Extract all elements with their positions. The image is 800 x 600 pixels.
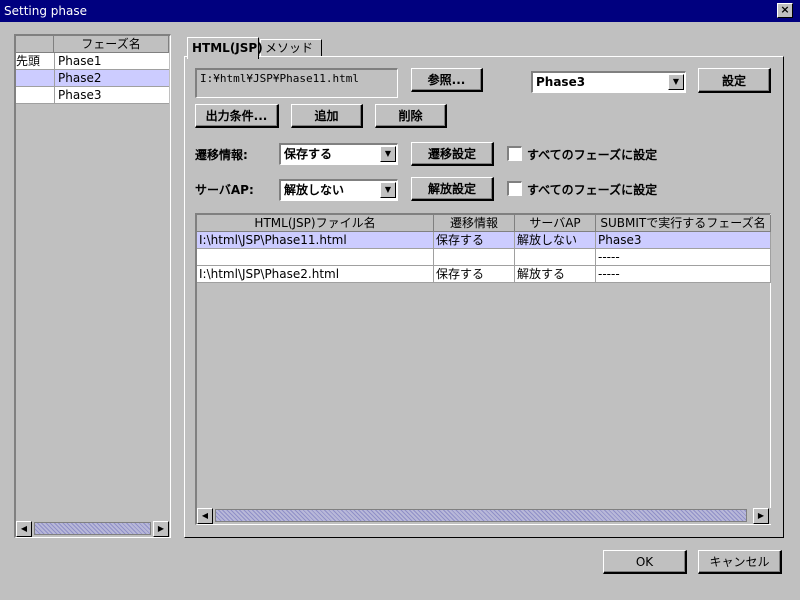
tab-method[interactable]: メソッド <box>260 39 322 57</box>
file-path-value: I:¥html¥JSP¥Phase11.html <box>200 72 359 85</box>
table-cell: 保存する <box>434 232 515 249</box>
server-all-checkbox[interactable] <box>507 181 522 196</box>
table-row[interactable]: I:\html\JSP\Phase2.html 保存する 解放する ----- <box>197 266 771 283</box>
table-row[interactable]: ----- <box>197 249 771 266</box>
table-cell <box>515 249 596 266</box>
close-button[interactable]: × <box>777 3 793 18</box>
phase-row-1[interactable]: 先頭 Phase1 <box>16 53 169 70</box>
server-all-label: すべてのフェーズに設定 <box>527 183 658 197</box>
file-path-field[interactable]: I:¥html¥JSP¥Phase11.html <box>195 68 398 98</box>
transition-label: 遷移情報: <box>195 148 248 162</box>
chevron-down-icon[interactable]: ▼ <box>380 146 396 162</box>
phase-row-marker <box>16 87 54 104</box>
add-button[interactable]: 追加 <box>291 104 363 128</box>
close-icon: × <box>780 3 790 16</box>
tab-html-jsp[interactable]: HTML(JSP) <box>187 37 263 59</box>
table-cell: ----- <box>596 249 771 266</box>
table-hscrollbar[interactable]: ◀ ▶ <box>197 508 771 524</box>
table-header-transition[interactable]: 遷移情報 <box>434 215 515 232</box>
output-condition-button[interactable]: 出力条件... <box>195 104 279 128</box>
phase-list[interactable]: フェーズ名 先頭 Phase1 Phase2 Phase3 ◀ ▶ <box>14 34 171 538</box>
table-cell: 保存する <box>434 266 515 283</box>
server-ap-label: サーバAP: <box>195 183 254 197</box>
browse-button[interactable]: 参照... <box>411 68 483 92</box>
delete-button[interactable]: 削除 <box>375 104 447 128</box>
table-header-file[interactable]: HTML(JSP)ファイル名 <box>197 215 434 232</box>
table-cell <box>197 249 434 266</box>
ok-button[interactable]: OK <box>603 550 687 574</box>
phase-row-marker: 先頭 <box>16 54 41 68</box>
transition-select[interactable]: 保存する ▼ <box>279 143 398 165</box>
table-cell: 解放しない <box>515 232 596 249</box>
chevron-down-icon[interactable]: ▼ <box>668 74 684 90</box>
scroll-thumb[interactable] <box>34 522 151 535</box>
transition-select-value: 保存する <box>284 147 333 161</box>
html-file-table[interactable]: HTML(JSP)ファイル名 遷移情報 サーバAP SUBMITで実行するフェー… <box>195 213 771 525</box>
phase-row-2[interactable]: Phase2 <box>16 70 169 87</box>
scroll-right-icon[interactable]: ▶ <box>153 521 169 537</box>
phase-select[interactable]: Phase3 ▼ <box>531 71 686 93</box>
phase-row-name: Phase2 <box>54 70 169 87</box>
table-cell: ----- <box>596 266 771 283</box>
scroll-left-icon[interactable]: ◀ <box>16 521 32 537</box>
table-cell: I:\html\JSP\Phase11.html <box>197 232 434 249</box>
table-cell <box>434 249 515 266</box>
phase-row-3[interactable]: Phase3 <box>16 87 169 104</box>
phase-row-marker <box>16 70 54 87</box>
cancel-button[interactable]: キャンセル <box>698 550 782 574</box>
transition-all-label: すべてのフェーズに設定 <box>527 148 658 162</box>
table-cell: 解放する <box>515 266 596 283</box>
phase-row-name: Phase3 <box>54 87 169 104</box>
phase-select-value: Phase3 <box>536 75 586 89</box>
scroll-left-icon[interactable]: ◀ <box>197 508 213 524</box>
table-row[interactable]: I:\html\JSP\Phase11.html 保存する 解放しない Phas… <box>197 232 771 249</box>
table-header-server-ap[interactable]: サーバAP <box>515 215 596 232</box>
release-set-button[interactable]: 解放設定 <box>411 177 494 201</box>
phase-list-header-marker <box>16 36 54 53</box>
phase-row-name: Phase1 <box>54 53 169 70</box>
set-button[interactable]: 設定 <box>698 68 771 93</box>
title-bar: Setting phase <box>0 0 800 22</box>
table-cell: Phase3 <box>596 232 771 249</box>
table-header-submit-phase[interactable]: SUBMITで実行するフェーズ名 <box>596 215 771 232</box>
scroll-right-icon[interactable]: ▶ <box>753 508 769 524</box>
phase-list-header-name: フェーズ名 <box>54 36 169 53</box>
table-cell: I:\html\JSP\Phase2.html <box>197 266 434 283</box>
transition-set-button[interactable]: 遷移設定 <box>411 142 494 166</box>
chevron-down-icon[interactable]: ▼ <box>380 182 396 198</box>
server-ap-select-value: 解放しない <box>284 183 345 197</box>
transition-all-checkbox[interactable] <box>507 146 522 161</box>
server-ap-select[interactable]: 解放しない ▼ <box>279 179 398 201</box>
scroll-thumb[interactable] <box>215 509 747 522</box>
phase-list-hscrollbar[interactable]: ◀ ▶ <box>16 521 169 537</box>
window-title: Setting phase <box>4 4 87 18</box>
